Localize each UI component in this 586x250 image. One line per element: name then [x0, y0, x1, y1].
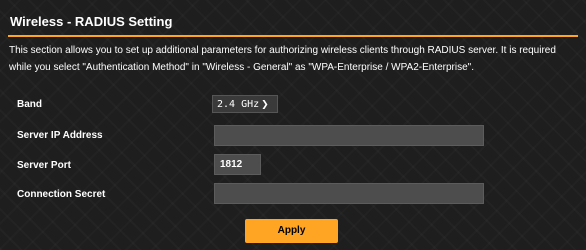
server-ip-input[interactable]	[214, 125, 484, 146]
server-port-label: Server Port	[17, 160, 71, 171]
chevron-down-icon: ❯	[261, 100, 269, 110]
band-select-value: 2.4 GHz	[217, 99, 260, 110]
apply-button[interactable]: Apply	[245, 219, 338, 243]
title-divider	[8, 35, 578, 37]
server-ip-label: Server IP Address	[17, 130, 103, 141]
band-label: Band	[17, 99, 42, 110]
band-select[interactable]: 2.4 GHz ❯	[212, 95, 278, 113]
connection-secret-label: Connection Secret	[17, 189, 106, 200]
server-port-input[interactable]: 1812	[214, 154, 261, 175]
section-description: This section allows you to set up additi…	[9, 45, 556, 73]
connection-secret-input[interactable]	[214, 183, 484, 204]
page-title: Wireless - RADIUS Setting	[10, 14, 173, 29]
radius-settings-panel: Wireless - RADIUS Setting This section a…	[0, 0, 586, 250]
